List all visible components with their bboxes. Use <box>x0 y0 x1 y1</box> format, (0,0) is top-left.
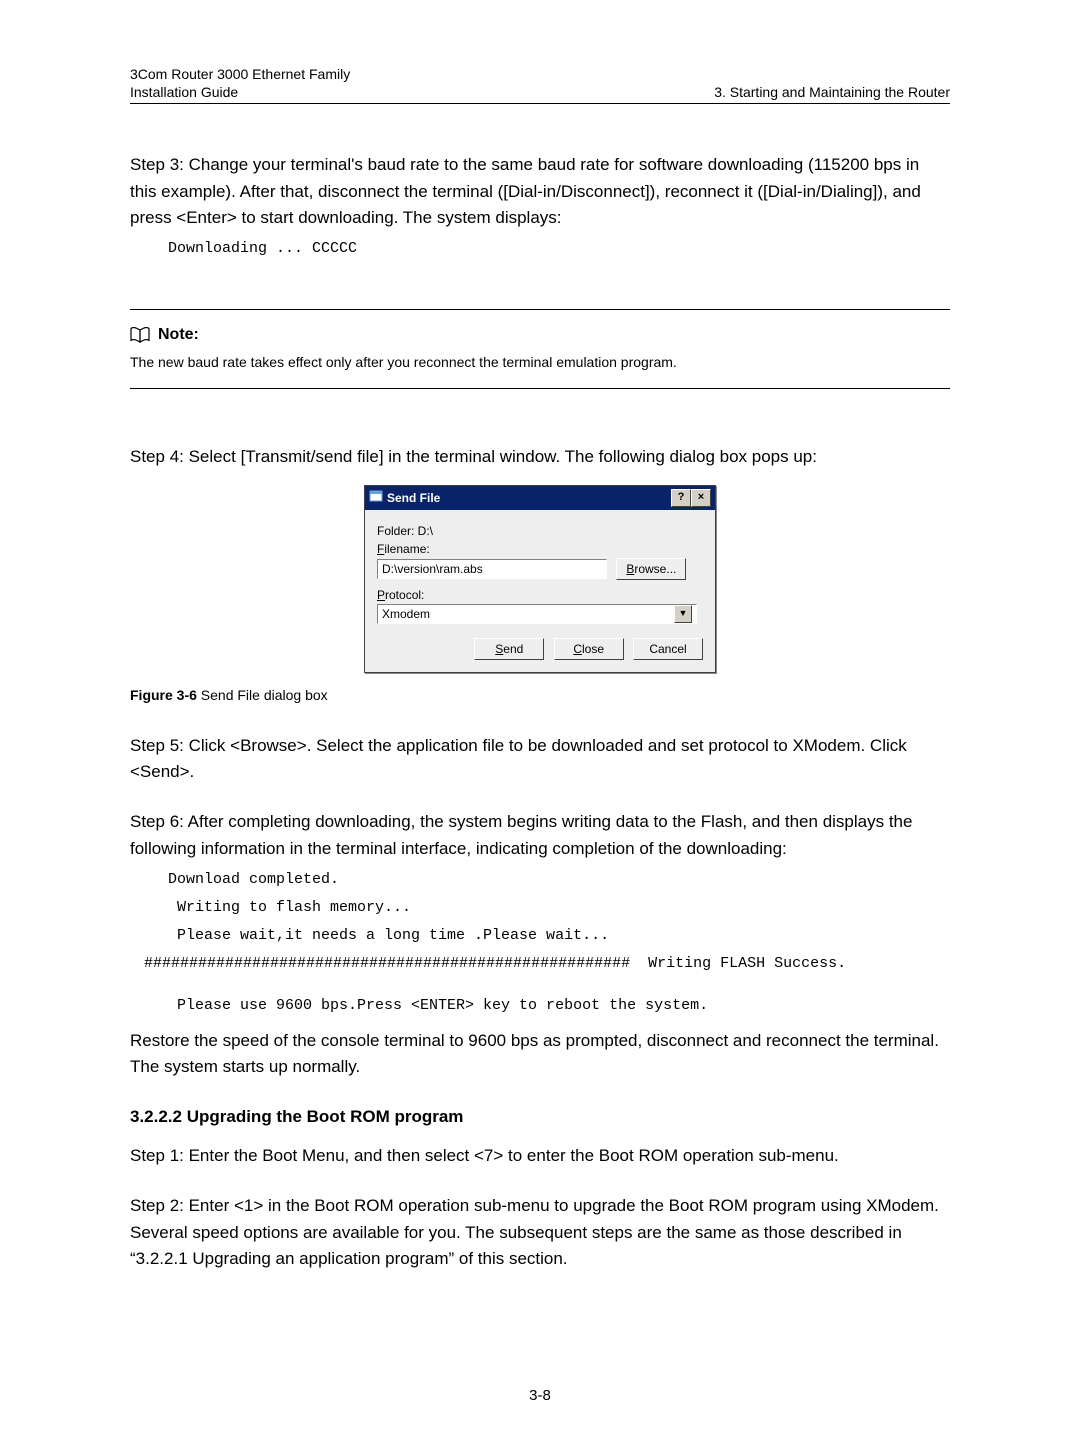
header-left: 3Com Router 3000 Ethernet Family Install… <box>130 65 350 101</box>
section-heading-3222: 3.2.2.2 Upgrading the Boot ROM program <box>130 1107 950 1127</box>
dialog-help-button[interactable]: ? <box>671 489 691 507</box>
page-header: 3Com Router 3000 Ethernet Family Install… <box>130 65 950 104</box>
term-line-4: ########################################… <box>144 952 950 976</box>
term-line-2: Writing to flash memory... <box>168 896 950 920</box>
book-icon <box>130 327 150 343</box>
header-right: 3. Starting and Maintaining the Router <box>714 83 950 101</box>
terminal-output-flash: Download completed. Writing to flash mem… <box>130 868 950 1018</box>
restore-paragraph: Restore the speed of the console termina… <box>130 1028 950 1081</box>
cancel-button[interactable]: Cancel <box>633 638 703 660</box>
page-number: 3-8 <box>0 1387 1080 1404</box>
dropdown-icon[interactable]: ▼ <box>674 605 692 623</box>
bootrom-step1: Step 1: Enter the Boot Menu, and then se… <box>130 1143 950 1169</box>
step5-paragraph: Step 5: Click <Browse>. Select the appli… <box>130 733 950 786</box>
doc-title-line1: 3Com Router 3000 Ethernet Family <box>130 65 350 83</box>
filename-label: Filename: <box>377 542 703 556</box>
protocol-label: Protocol: <box>377 588 703 602</box>
dialog-title-text: Send File <box>387 491 440 505</box>
figure-caption: Figure 3-6 Send File dialog box <box>130 687 950 703</box>
filename-input[interactable]: D:\version\ram.abs <box>377 559 607 579</box>
protocol-value: Xmodem <box>382 607 430 621</box>
term-line-5: Please use 9600 bps.Press <ENTER> key to… <box>168 994 950 1018</box>
term-line-3: Please wait,it needs a long time .Please… <box>168 924 950 948</box>
figure-number: Figure 3-6 <box>130 687 197 703</box>
note-callout: Note: The new baud rate takes effect onl… <box>130 309 950 389</box>
note-body: The new baud rate takes effect only afte… <box>130 354 950 370</box>
dialog-titlebar: Send File ? × <box>365 486 715 510</box>
browse-button[interactable]: Browse... <box>616 558 686 580</box>
figure-caption-text: Send File dialog box <box>197 687 328 703</box>
step4-paragraph: Step 4: Select [Transmit/send file] in t… <box>130 444 950 470</box>
dialog-close-button[interactable]: × <box>691 489 711 507</box>
folder-label: Folder: D:\ <box>377 524 703 538</box>
close-button[interactable]: Close <box>554 638 624 660</box>
send-button[interactable]: Send <box>474 638 544 660</box>
doc-title-line2: Installation Guide <box>130 83 350 101</box>
protocol-select[interactable]: Xmodem ▼ <box>377 604 697 624</box>
dialog-figure: Send File ? × Folder: D:\ Filename: D:\v… <box>130 485 950 673</box>
bootrom-step2: Step 2: Enter <1> in the Boot ROM operat… <box>130 1193 950 1272</box>
note-title: Note: <box>130 326 950 344</box>
send-file-dialog: Send File ? × Folder: D:\ Filename: D:\v… <box>364 485 716 673</box>
terminal-output-downloading: Downloading ... CCCCC <box>168 237 950 261</box>
dialog-app-icon <box>369 489 383 506</box>
step3-paragraph: Step 3: Change your terminal's baud rate… <box>130 152 950 231</box>
step6-paragraph: Step 6: After completing downloading, th… <box>130 809 950 862</box>
term-line-1: Download completed. <box>168 868 950 892</box>
note-label: Note: <box>158 326 199 344</box>
